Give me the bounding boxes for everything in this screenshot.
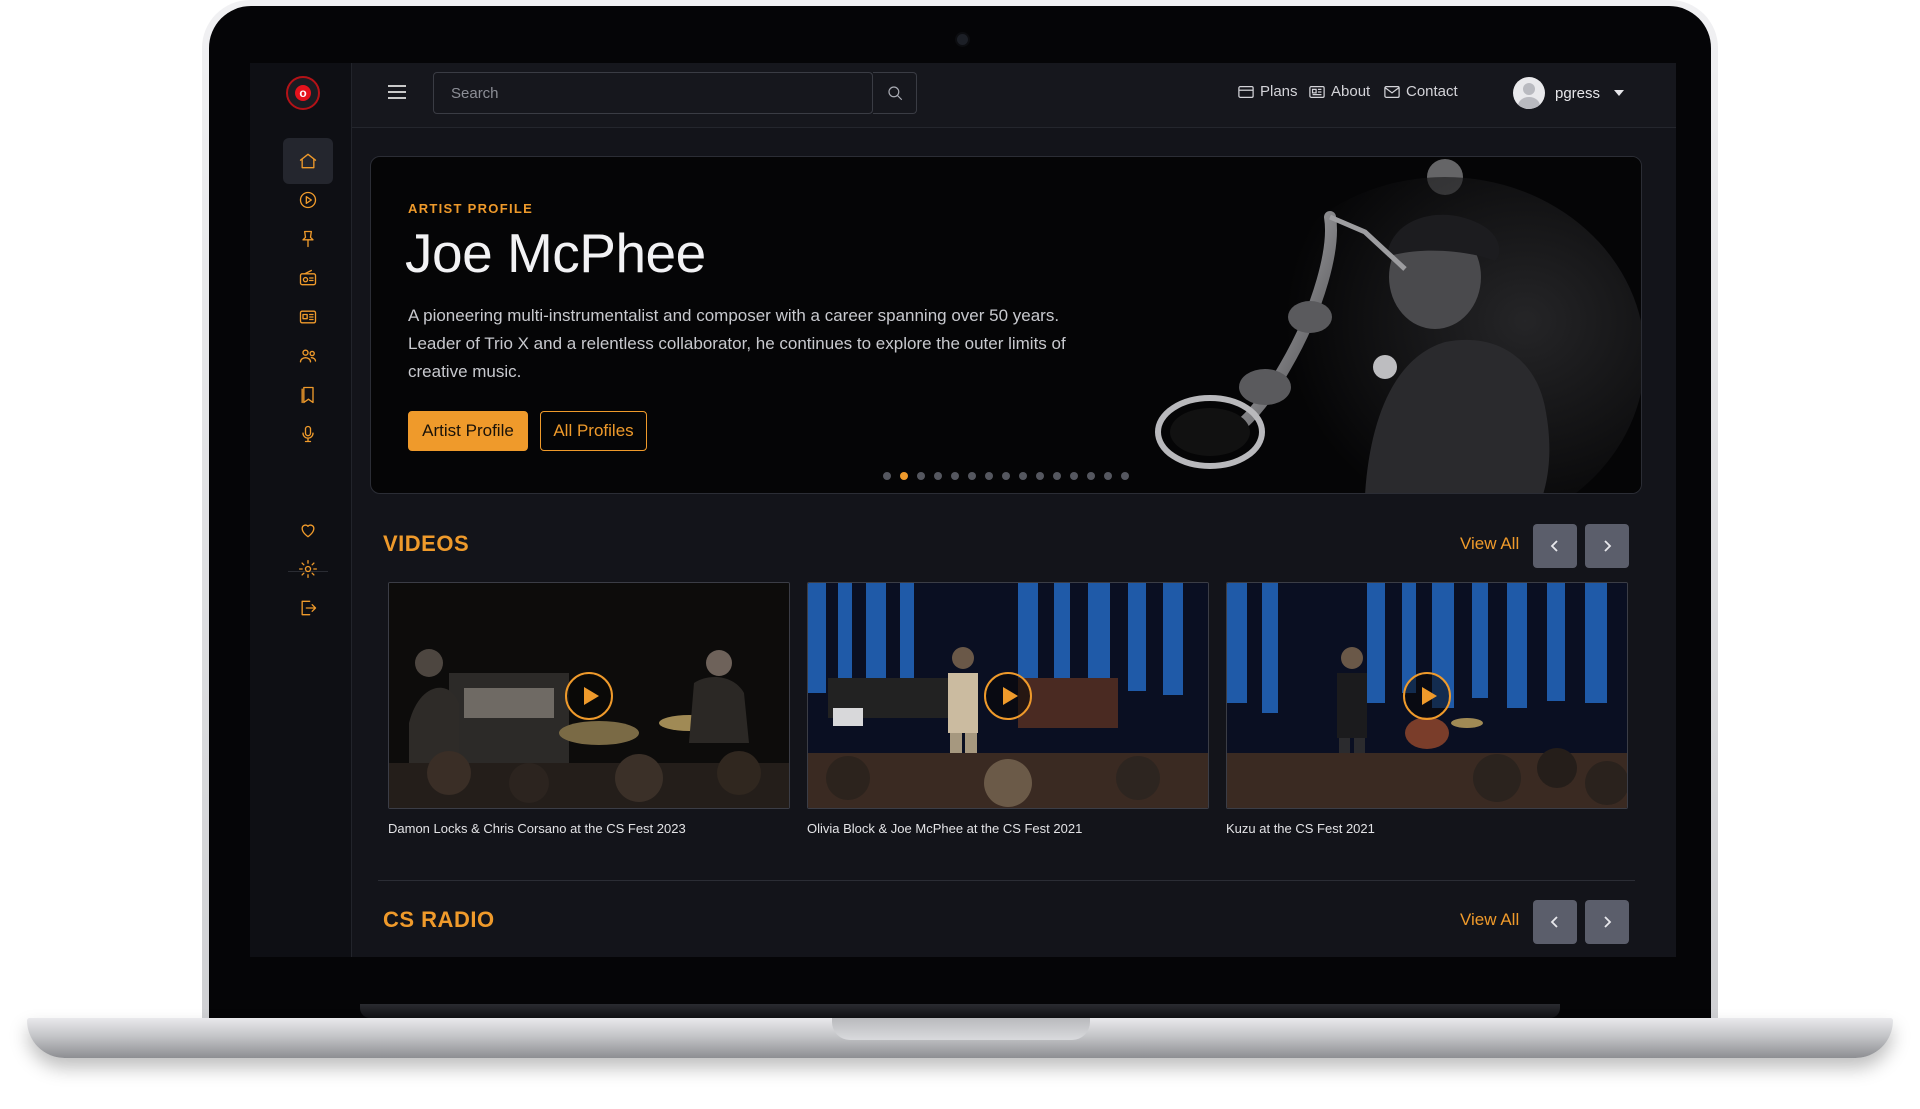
carousel-dot[interactable]	[917, 472, 925, 480]
radio-view-all-link[interactable]: View All	[1460, 910, 1519, 930]
radio-next-button[interactable]	[1585, 900, 1629, 944]
radio-icon	[299, 269, 317, 286]
menu-toggle-button[interactable]	[388, 85, 406, 99]
newspaper-icon	[299, 310, 317, 324]
logo[interactable]: o	[286, 76, 320, 110]
chevron-left-icon	[1550, 916, 1558, 928]
section-divider	[378, 880, 1635, 881]
radio-prev-button[interactable]	[1533, 900, 1577, 944]
play-button[interactable]	[1403, 672, 1451, 720]
users-icon	[299, 349, 317, 363]
search-button[interactable]	[873, 72, 917, 114]
carousel-dot[interactable]	[883, 472, 891, 480]
chevron-down-icon	[1614, 90, 1625, 96]
carousel-dot[interactable]	[1121, 472, 1129, 480]
play-icon	[583, 687, 599, 705]
play-circle-icon	[299, 191, 317, 209]
webcam	[955, 32, 970, 47]
search-icon	[887, 86, 902, 101]
nav-about[interactable]: About	[1309, 83, 1370, 100]
nav-about-label: About	[1331, 83, 1371, 100]
user-menu[interactable]: pgress	[1513, 77, 1625, 109]
video-thumbnail[interactable]	[1226, 582, 1628, 809]
video-caption: Damon Locks & Chris Corsano at the CS Fe…	[388, 821, 686, 836]
play-icon	[1421, 687, 1437, 705]
hero-eyebrow: ARTIST PROFILE	[408, 201, 534, 216]
radio-section-title: CS RADIO	[383, 907, 495, 932]
video-caption: Olivia Block & Joe McPhee at the CS Fest…	[807, 821, 1083, 836]
carousel-dot[interactable]	[968, 472, 976, 480]
carousel-indicators	[883, 472, 1129, 480]
videos-view-all-link[interactable]: View All	[1460, 534, 1519, 554]
carousel-dot[interactable]	[1019, 472, 1027, 480]
nav-contact-label: Contact	[1406, 83, 1458, 100]
carousel-dot[interactable]	[985, 472, 993, 480]
gear-icon	[299, 560, 317, 578]
artist-hero-carousel: ARTIST PROFILE Joe McPhee A pioneering m…	[370, 156, 1642, 494]
search-input[interactable]	[434, 73, 874, 113]
videos-section-title: VIDEOS	[383, 531, 470, 556]
newspaper-icon	[1309, 85, 1325, 98]
video-thumbnail[interactable]	[388, 582, 790, 809]
video-thumbnail[interactable]	[807, 582, 1209, 809]
video-card[interactable]: Kuzu at the CS Fest 2021	[1226, 582, 1628, 836]
carousel-dot[interactable]	[1053, 472, 1061, 480]
nav-plans[interactable]: Plans	[1238, 83, 1298, 100]
hamburger-icon	[388, 85, 406, 87]
heart-icon	[301, 524, 315, 538]
play-button[interactable]	[984, 672, 1032, 720]
saxophonist-photo	[1115, 157, 1641, 493]
app-screen: o Search Plans About Contact pgress ARTI…	[250, 63, 1676, 957]
laptop-hinge	[360, 1004, 1560, 1018]
envelope-icon	[1384, 85, 1400, 98]
video-card[interactable]: Olivia Block & Joe McPhee at the CS Fest…	[807, 582, 1209, 836]
video-card[interactable]: Damon Locks & Chris Corsano at the CS Fe…	[388, 582, 790, 836]
username: pgress	[1555, 84, 1601, 102]
carousel-dot[interactable]	[1002, 472, 1010, 480]
topbar: Plans About Contact pgress	[352, 63, 1676, 128]
nav-plans-label: Plans	[1260, 83, 1298, 100]
videos-next-button[interactable]	[1585, 524, 1629, 568]
chevron-right-icon	[1604, 540, 1612, 552]
microphone-icon	[302, 425, 314, 443]
all-profiles-button[interactable]: All Profiles	[540, 411, 647, 451]
sidebar-item-logout[interactable]	[283, 585, 333, 631]
sidebar: o	[250, 63, 352, 957]
search-box	[433, 72, 874, 114]
pin-icon	[302, 230, 314, 248]
sidebar-item-podcasts[interactable]	[283, 411, 333, 457]
videos-prev-button[interactable]	[1533, 524, 1577, 568]
artist-profile-button[interactable]: Artist Profile	[408, 411, 528, 451]
play-button[interactable]	[565, 672, 613, 720]
bookmark-icon	[301, 386, 314, 404]
chevron-right-icon	[1604, 916, 1612, 928]
avatar	[1513, 77, 1545, 109]
chevron-left-icon	[1550, 540, 1558, 552]
carousel-dot[interactable]	[1087, 472, 1095, 480]
carousel-dot[interactable]	[1104, 472, 1112, 480]
home-icon	[299, 153, 317, 169]
play-icon	[1002, 687, 1018, 705]
logout-icon	[301, 600, 317, 616]
artist-description: A pioneering multi-instrumentalist and c…	[408, 306, 1066, 381]
laptop-notch	[832, 1018, 1090, 1040]
carousel-dot[interactable]	[934, 472, 942, 480]
video-caption: Kuzu at the CS Fest 2021	[1226, 821, 1375, 836]
carousel-dot[interactable]	[1036, 472, 1044, 480]
carousel-dot[interactable]	[900, 472, 908, 480]
artist-name: Joe McPhee	[405, 222, 706, 284]
carousel-dot[interactable]	[951, 472, 959, 480]
card-icon	[1238, 85, 1254, 98]
nav-contact[interactable]: Contact	[1384, 83, 1458, 100]
logo-mark: o	[295, 85, 311, 101]
carousel-dot[interactable]	[1070, 472, 1078, 480]
